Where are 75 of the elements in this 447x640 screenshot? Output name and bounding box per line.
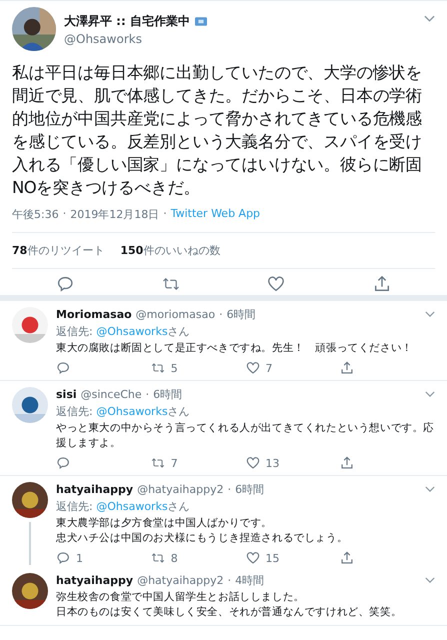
- reply-icon[interactable]: [56, 456, 70, 470]
- share-icon[interactable]: [340, 456, 354, 470]
- reply-to-label: 返信先:: [56, 405, 93, 418]
- reply-row[interactable]: hatyaihappy @hatyaihappy2 · 4時間 弥生校舎の食堂で中国人留学生とお話ししました。 日本のものは安くて美味しく安全、それが普通なんですけれど、笑笑。: [0, 567, 447, 626]
- reply-text: やっと東大の中からそう言ってくれる人が出てきてくれたという想いです。応援しますよ。: [56, 421, 435, 451]
- reply-time[interactable]: 6時間: [226, 307, 256, 322]
- reply-author-name[interactable]: hatyaihappy: [56, 574, 134, 587]
- author-name[interactable]: 大澤昇平 :: 自宅作業中: [64, 12, 190, 30]
- reply-author-name[interactable]: hatyaihappy: [56, 483, 134, 496]
- tweet-date[interactable]: 2019年12月18日: [70, 207, 160, 222]
- reply-icon[interactable]: [56, 361, 70, 375]
- reply-icon[interactable]: [56, 275, 74, 293]
- like-count: 7: [266, 362, 272, 374]
- reply-text-line: 日本のものは安くて美味しく安全、それが普通なんですけれど、笑笑。: [56, 605, 403, 620]
- reply-author-handle[interactable]: @hatyaihappy2: [137, 574, 224, 587]
- reply-author-handle[interactable]: @sinceChe: [80, 388, 142, 401]
- reply-icon[interactable]: [56, 551, 70, 565]
- separator-dot: ·: [228, 483, 232, 496]
- like-count: 15: [266, 552, 280, 564]
- retweet-icon[interactable]: [162, 275, 180, 293]
- share-icon[interactable]: [340, 551, 354, 565]
- honorific-text: さん: [168, 500, 190, 513]
- reply-text-line: 東大農学部は夕方食堂は中国人ばかりです。: [56, 516, 274, 531]
- reply-time[interactable]: 6時間: [153, 387, 182, 402]
- reply-row[interactable]: sisi @sinceChe · 6時間 返信先: @Ohsaworksさん やっと東大の中からそう言ってくれる人が出てきてくれたという想いです。応援しますよ。 7 13: [0, 381, 447, 476]
- tweet-time[interactable]: 午後5:36: [12, 207, 59, 222]
- stat-link[interactable]: 150件のいいねの数: [120, 243, 220, 258]
- stat-link[interactable]: 78件のリツイート: [12, 243, 104, 258]
- tweet-text: 私は平日は毎日本郷に出勤していたので、大学の惨状を間近で見、肌で体感してきた。だからこそ、日本の学術的地位が中国共産党によって脅かされてきている危機感を感じている。反差別という大義名分で、スパイを受け入れる「優しい国家」になってはいけない。彼らに断固NOを突きつけるべきだ。: [12, 62, 424, 199]
- separator-dot: ·: [228, 574, 232, 587]
- reply-text: 東大の腐敗は断固として是正すべきですね。先生！ 頑張ってください！: [56, 341, 414, 356]
- reply-text-line: 弥生校舎の食堂で中国人留学生とお話ししました。: [56, 590, 306, 605]
- share-icon[interactable]: [373, 275, 392, 293]
- separator-dot: ·: [219, 308, 223, 321]
- reply-row[interactable]: Moriomasao @moriomasao · 6時間 返信先: @Ohsaworksさん 東大の腐敗は断固として是正すべきですね。先生！ 頑張ってください！ 5 7: [0, 301, 447, 381]
- reply-count: 1: [76, 552, 83, 564]
- separator-dot: ·: [146, 388, 150, 401]
- mention-link[interactable]: @Ohsaworks: [96, 325, 168, 338]
- caret-icon[interactable]: [425, 311, 435, 318]
- reply-author-handle[interactable]: @hatyaihappy2: [137, 483, 224, 496]
- retweet-count: 5: [170, 362, 178, 374]
- reply-row[interactable]: hatyaihappy @hatyaihappy2 · 6時間 返信先: @Ohsaworksさん 東大農学部は夕方食堂は中国人ばかりです。 忠犬ハチ公は中国のお犬様にもうじき捏造されるでしょう。 1 8 15: [0, 476, 447, 567]
- reply-to-label: 返信先:: [56, 500, 93, 513]
- badge-icon: [194, 16, 207, 26]
- honorific-text: さん: [168, 325, 190, 338]
- reply-time[interactable]: 4時間: [235, 573, 264, 588]
- reply-author-name[interactable]: Moriomasao: [56, 308, 132, 321]
- mention-link[interactable]: @Ohsaworks: [96, 500, 168, 513]
- caret-icon[interactable]: [425, 486, 435, 493]
- heart-icon[interactable]: [246, 551, 260, 565]
- separator-dot: ·: [62, 207, 66, 222]
- caret-icon[interactable]: [425, 391, 435, 398]
- reply-author-name[interactable]: sisi: [56, 388, 77, 401]
- separator-dot: ·: [163, 207, 167, 222]
- source-link[interactable]: Twitter Web App: [170, 207, 260, 222]
- caret-icon[interactable]: [424, 15, 435, 23]
- retweet-icon[interactable]: [150, 551, 165, 565]
- retweet-icon[interactable]: [150, 456, 165, 470]
- retweet-icon[interactable]: [150, 361, 165, 375]
- heart-icon[interactable]: [267, 275, 286, 293]
- caret-icon[interactable]: [425, 577, 435, 584]
- share-icon[interactable]: [340, 361, 354, 375]
- reply-author-handle[interactable]: @moriomasao: [136, 308, 216, 321]
- heart-icon[interactable]: [246, 456, 260, 470]
- like-count: 13: [266, 456, 280, 470]
- reply-text-line: 忠犬ハチ公は中国のお犬様にもうじき捏造されるでしょう。: [56, 531, 349, 546]
- heart-icon[interactable]: [246, 361, 260, 375]
- honorific-text: さん: [168, 405, 190, 418]
- retweet-count: 7: [170, 456, 178, 470]
- author-handle[interactable]: @Ohsaworks: [64, 32, 416, 46]
- thread-line: [29, 522, 31, 565]
- retweet-count: 8: [170, 552, 178, 564]
- reply-to-label: 返信先:: [56, 325, 93, 338]
- mention-link[interactable]: @Ohsaworks: [96, 405, 168, 418]
- reply-time[interactable]: 6時間: [235, 482, 264, 497]
